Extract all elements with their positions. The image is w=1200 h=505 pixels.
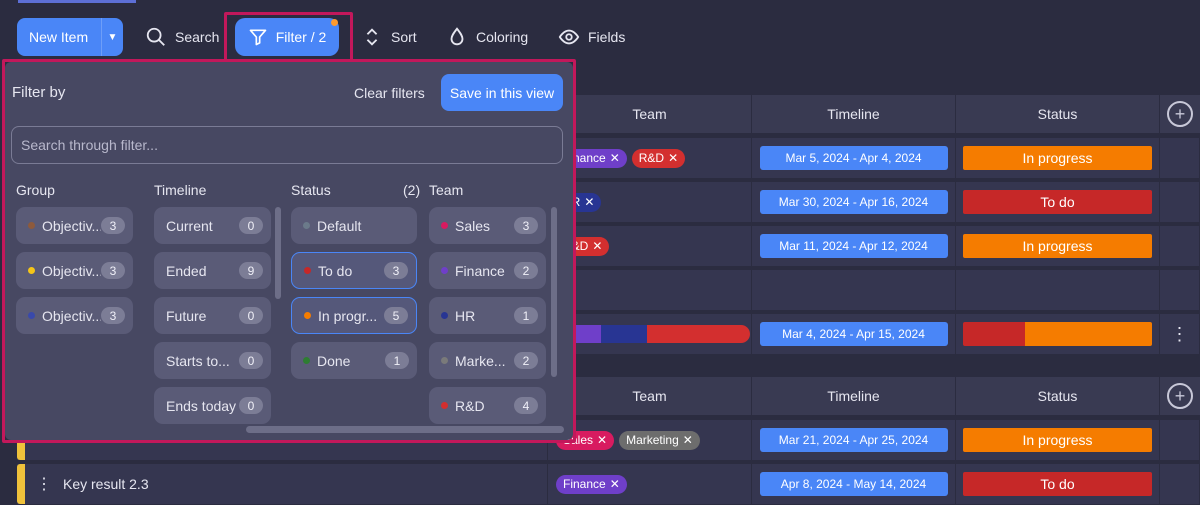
filter-active-dot [331,19,338,26]
summary-row[interactable]: Mar 4, 2024 - Apr 15, 2024 ⋮ [548,314,1200,354]
team-cell[interactable]: Finance ✕ [548,464,752,504]
table-row[interactable]: Finance ✕ Apr 8, 2024 - May 14, 2024 To d… [548,464,1200,504]
timeline-bar[interactable]: Mar 21, 2024 - Apr 25, 2024 [759,428,948,452]
team-summary-cell [548,314,752,354]
tag-label: Marketing [626,433,679,447]
table-row[interactable]: R&D ✕ Mar 11, 2024 - Apr 12, 2024 In prog… [548,226,1200,266]
status-badge[interactable]: To do [963,190,1152,214]
table-row[interactable]: HR✕ Mar 30, 2024 - Apr 16, 2024 To do [548,182,1200,222]
table-header: Team Timeline Status + [548,95,1200,133]
timeline-cell[interactable]: Apr 8, 2024 - May 14, 2024 [752,464,956,504]
close-icon[interactable]: ✕ [592,239,602,253]
row-end [1160,464,1200,504]
status-header[interactable]: Status [956,377,1160,415]
team-cell[interactable]: HR✕ [548,182,752,222]
table-header: Team Timeline Status + [548,377,1200,415]
row-end [1160,226,1200,266]
close-icon[interactable]: ✕ [610,477,620,491]
filter-panel-highlight-box [2,59,576,443]
drag-handle-icon[interactable]: ⋮ [25,474,63,494]
close-icon[interactable]: ✕ [668,151,678,165]
status-badge[interactable]: In progress [963,234,1152,258]
status-cell[interactable]: In progress [956,138,1160,178]
team-distribution-bar [556,325,750,343]
coloring-label: Coloring [476,29,529,45]
team-cell[interactable]: R&D ✕ [548,226,752,266]
status-badge[interactable]: To do [963,472,1152,496]
fields-button[interactable]: Fields [558,18,625,56]
row-end [1160,182,1200,222]
timeline-cell[interactable]: Mar 30, 2024 - Apr 16, 2024 [752,182,956,222]
timeline-bar[interactable]: Apr 8, 2024 - May 14, 2024 [759,472,948,496]
filter-label: Filter / 2 [275,29,327,45]
status-cell[interactable]: To do [956,464,1160,504]
tag-label: R&D [638,151,665,165]
team-cell[interactable] [548,270,752,310]
close-icon[interactable]: ✕ [597,433,607,447]
table-row[interactable]: Sales ✕ Marketing ✕ Mar 21, 2024 - Apr 25,… [548,420,1200,460]
list-item[interactable]: ⋮ Key result 2.3 [17,464,547,504]
team-header[interactable]: Team [548,95,752,133]
status-badge[interactable]: In progress [963,146,1152,170]
table-row[interactable]: Finance ✕ R&D ✕ Mar 5, 2024 - Apr 4, 2024 … [548,138,1200,178]
add-column-button[interactable]: + [1160,377,1200,415]
status-distribution-bar [963,322,1152,346]
status-badge[interactable]: In progress [963,428,1152,452]
coloring-button[interactable]: Coloring [446,18,528,56]
close-icon[interactable]: ✕ [584,195,594,209]
status-summary-cell [956,314,1160,354]
item-name[interactable]: Key result 2.3 [63,476,149,492]
status-header[interactable]: Status [956,95,1160,133]
row-end [1160,270,1200,310]
search-button[interactable]: Search [145,18,219,56]
table-row[interactable] [548,270,1200,310]
team-cell[interactable]: Sales ✕ Marketing ✕ [548,420,752,460]
timeline-cell[interactable]: Mar 5, 2024 - Apr 4, 2024 [752,138,956,178]
plus-icon: + [1167,383,1193,409]
status-cell[interactable] [956,270,1160,310]
add-column-button[interactable]: + [1160,95,1200,133]
plus-icon: + [1167,101,1193,127]
filter-button[interactable]: Filter / 2 [235,18,339,56]
timeline-bar[interactable]: Mar 30, 2024 - Apr 16, 2024 [759,190,948,214]
timeline-header[interactable]: Timeline [752,95,956,133]
team-header[interactable]: Team [548,377,752,415]
new-item-label: New Item [29,29,89,45]
team-tag[interactable]: R&D ✕ [631,148,686,168]
timeline-cell[interactable]: Mar 21, 2024 - Apr 25, 2024 [752,420,956,460]
timeline-cell[interactable] [752,270,956,310]
team-cell[interactable]: Finance ✕ R&D ✕ [548,138,752,178]
team-tag[interactable]: Marketing ✕ [619,430,700,450]
active-tab-underline [18,0,136,3]
timeline-cell[interactable]: Mar 11, 2024 - Apr 12, 2024 [752,226,956,266]
eye-icon [558,29,580,45]
sort-label: Sort [391,29,417,45]
close-icon[interactable]: ✕ [610,151,620,165]
fields-label: Fields [588,29,626,45]
chevron-down-icon[interactable]: ▼ [101,18,123,56]
row-end [1160,138,1200,178]
filter-icon [249,29,267,46]
status-cell[interactable]: To do [956,182,1160,222]
status-cell[interactable]: In progress [956,420,1160,460]
search-icon [146,27,165,46]
tag-label: Finance [563,477,606,491]
timeline-bar[interactable]: Mar 11, 2024 - Apr 12, 2024 [759,234,948,258]
more-icon[interactable]: ⋮ [1160,314,1200,354]
row-end [1160,420,1200,460]
timeline-bar[interactable]: Mar 4, 2024 - Apr 15, 2024 [759,322,948,346]
new-item-button[interactable]: New Item ▼ [17,18,123,56]
close-icon[interactable]: ✕ [683,433,693,447]
drop-icon [450,27,464,46]
status-cell[interactable]: In progress [956,226,1160,266]
team-tag[interactable]: Finance ✕ [556,474,627,494]
timeline-cell[interactable]: Mar 4, 2024 - Apr 15, 2024 [752,314,956,354]
timeline-bar[interactable]: Mar 5, 2024 - Apr 4, 2024 [759,146,948,170]
sort-button[interactable]: Sort [361,18,417,56]
group-color-bar [17,464,25,504]
sort-icon [366,28,378,46]
timeline-header[interactable]: Timeline [752,377,956,415]
search-label: Search [175,29,220,45]
